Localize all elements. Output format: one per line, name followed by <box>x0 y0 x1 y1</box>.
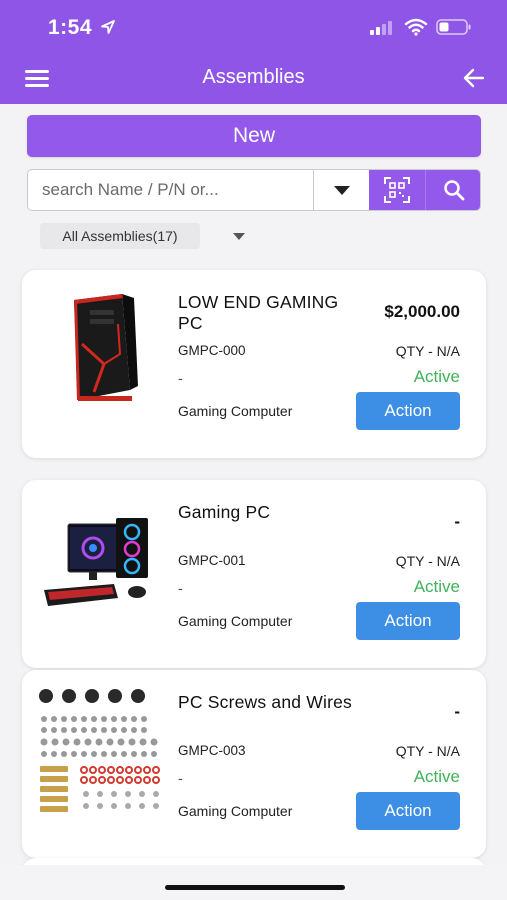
assembly-category: Gaming Computer <box>178 613 293 629</box>
assembly-name: PC Screws and Wires <box>178 692 352 712</box>
search-field-dropdown[interactable] <box>313 170 369 210</box>
cellular-signal-icon <box>370 21 392 35</box>
action-button[interactable]: Action <box>356 602 460 640</box>
search-icon <box>443 180 464 201</box>
assembly-detail: - <box>178 770 183 786</box>
status-bar: 1:54 <box>0 0 507 56</box>
assembly-category: Gaming Computer <box>178 803 293 819</box>
assembly-detail: - <box>178 580 183 596</box>
assembly-name: LOW END GAMING PC <box>178 292 339 333</box>
qr-scan-icon <box>384 177 410 203</box>
assembly-part-number: GMPC-003 <box>178 743 246 758</box>
caret-down-icon <box>333 185 350 195</box>
gaming-pc-setup-image <box>34 494 166 626</box>
assembly-part-number: GMPC-001 <box>178 553 246 568</box>
search-button[interactable] <box>425 170 480 210</box>
assembly-price: - <box>454 702 460 721</box>
home-indicator[interactable] <box>165 885 345 890</box>
scan-button[interactable] <box>369 170 425 210</box>
wifi-icon <box>404 18 428 36</box>
assembly-category: Gaming Computer <box>178 403 293 419</box>
new-assembly-button[interactable]: New <box>27 115 481 157</box>
assembly-card[interactable]: LOW END GAMING PC $2,000.00 GMPC-000 QTY… <box>22 270 486 458</box>
action-button[interactable]: Action <box>356 792 460 830</box>
assembly-filter-chip[interactable]: All Assemblies(17) <box>40 223 200 249</box>
back-arrow-icon[interactable] <box>462 66 486 90</box>
assembly-price: $2,000.00 <box>384 302 460 321</box>
page-title: Assemblies <box>202 66 305 88</box>
location-arrow-icon <box>101 20 115 34</box>
assembly-qty: QTY - N/A <box>395 553 460 569</box>
search-bar <box>27 169 481 211</box>
assembly-name: Gaming PC <box>178 502 271 522</box>
status-time: 1:54 <box>48 16 93 39</box>
gaming-tower-image <box>34 284 166 416</box>
action-button[interactable]: Action <box>356 392 460 430</box>
filter-dropdown-icon[interactable] <box>233 233 245 240</box>
screws-image <box>34 684 166 816</box>
app-header: 1:54 Assemblies <box>0 0 507 104</box>
assembly-qty: QTY - N/A <box>395 343 460 359</box>
status-badge: Active <box>413 367 460 386</box>
assembly-card[interactable]: PC Screws and Wires - GMPC-003 QTY - N/A… <box>22 670 486 858</box>
status-badge: Active <box>413 577 460 596</box>
assembly-part-number: GMPC-000 <box>178 343 246 358</box>
status-badge: Active <box>413 767 460 786</box>
battery-icon <box>436 19 471 35</box>
assembly-qty: QTY - N/A <box>395 743 460 759</box>
assembly-card[interactable]: Gaming PC - GMPC-001 QTY - N/A - Active … <box>22 480 486 668</box>
search-input[interactable] <box>28 170 313 210</box>
bottom-bar <box>0 865 507 900</box>
assembly-detail: - <box>178 370 183 386</box>
assembly-price: - <box>454 512 460 531</box>
